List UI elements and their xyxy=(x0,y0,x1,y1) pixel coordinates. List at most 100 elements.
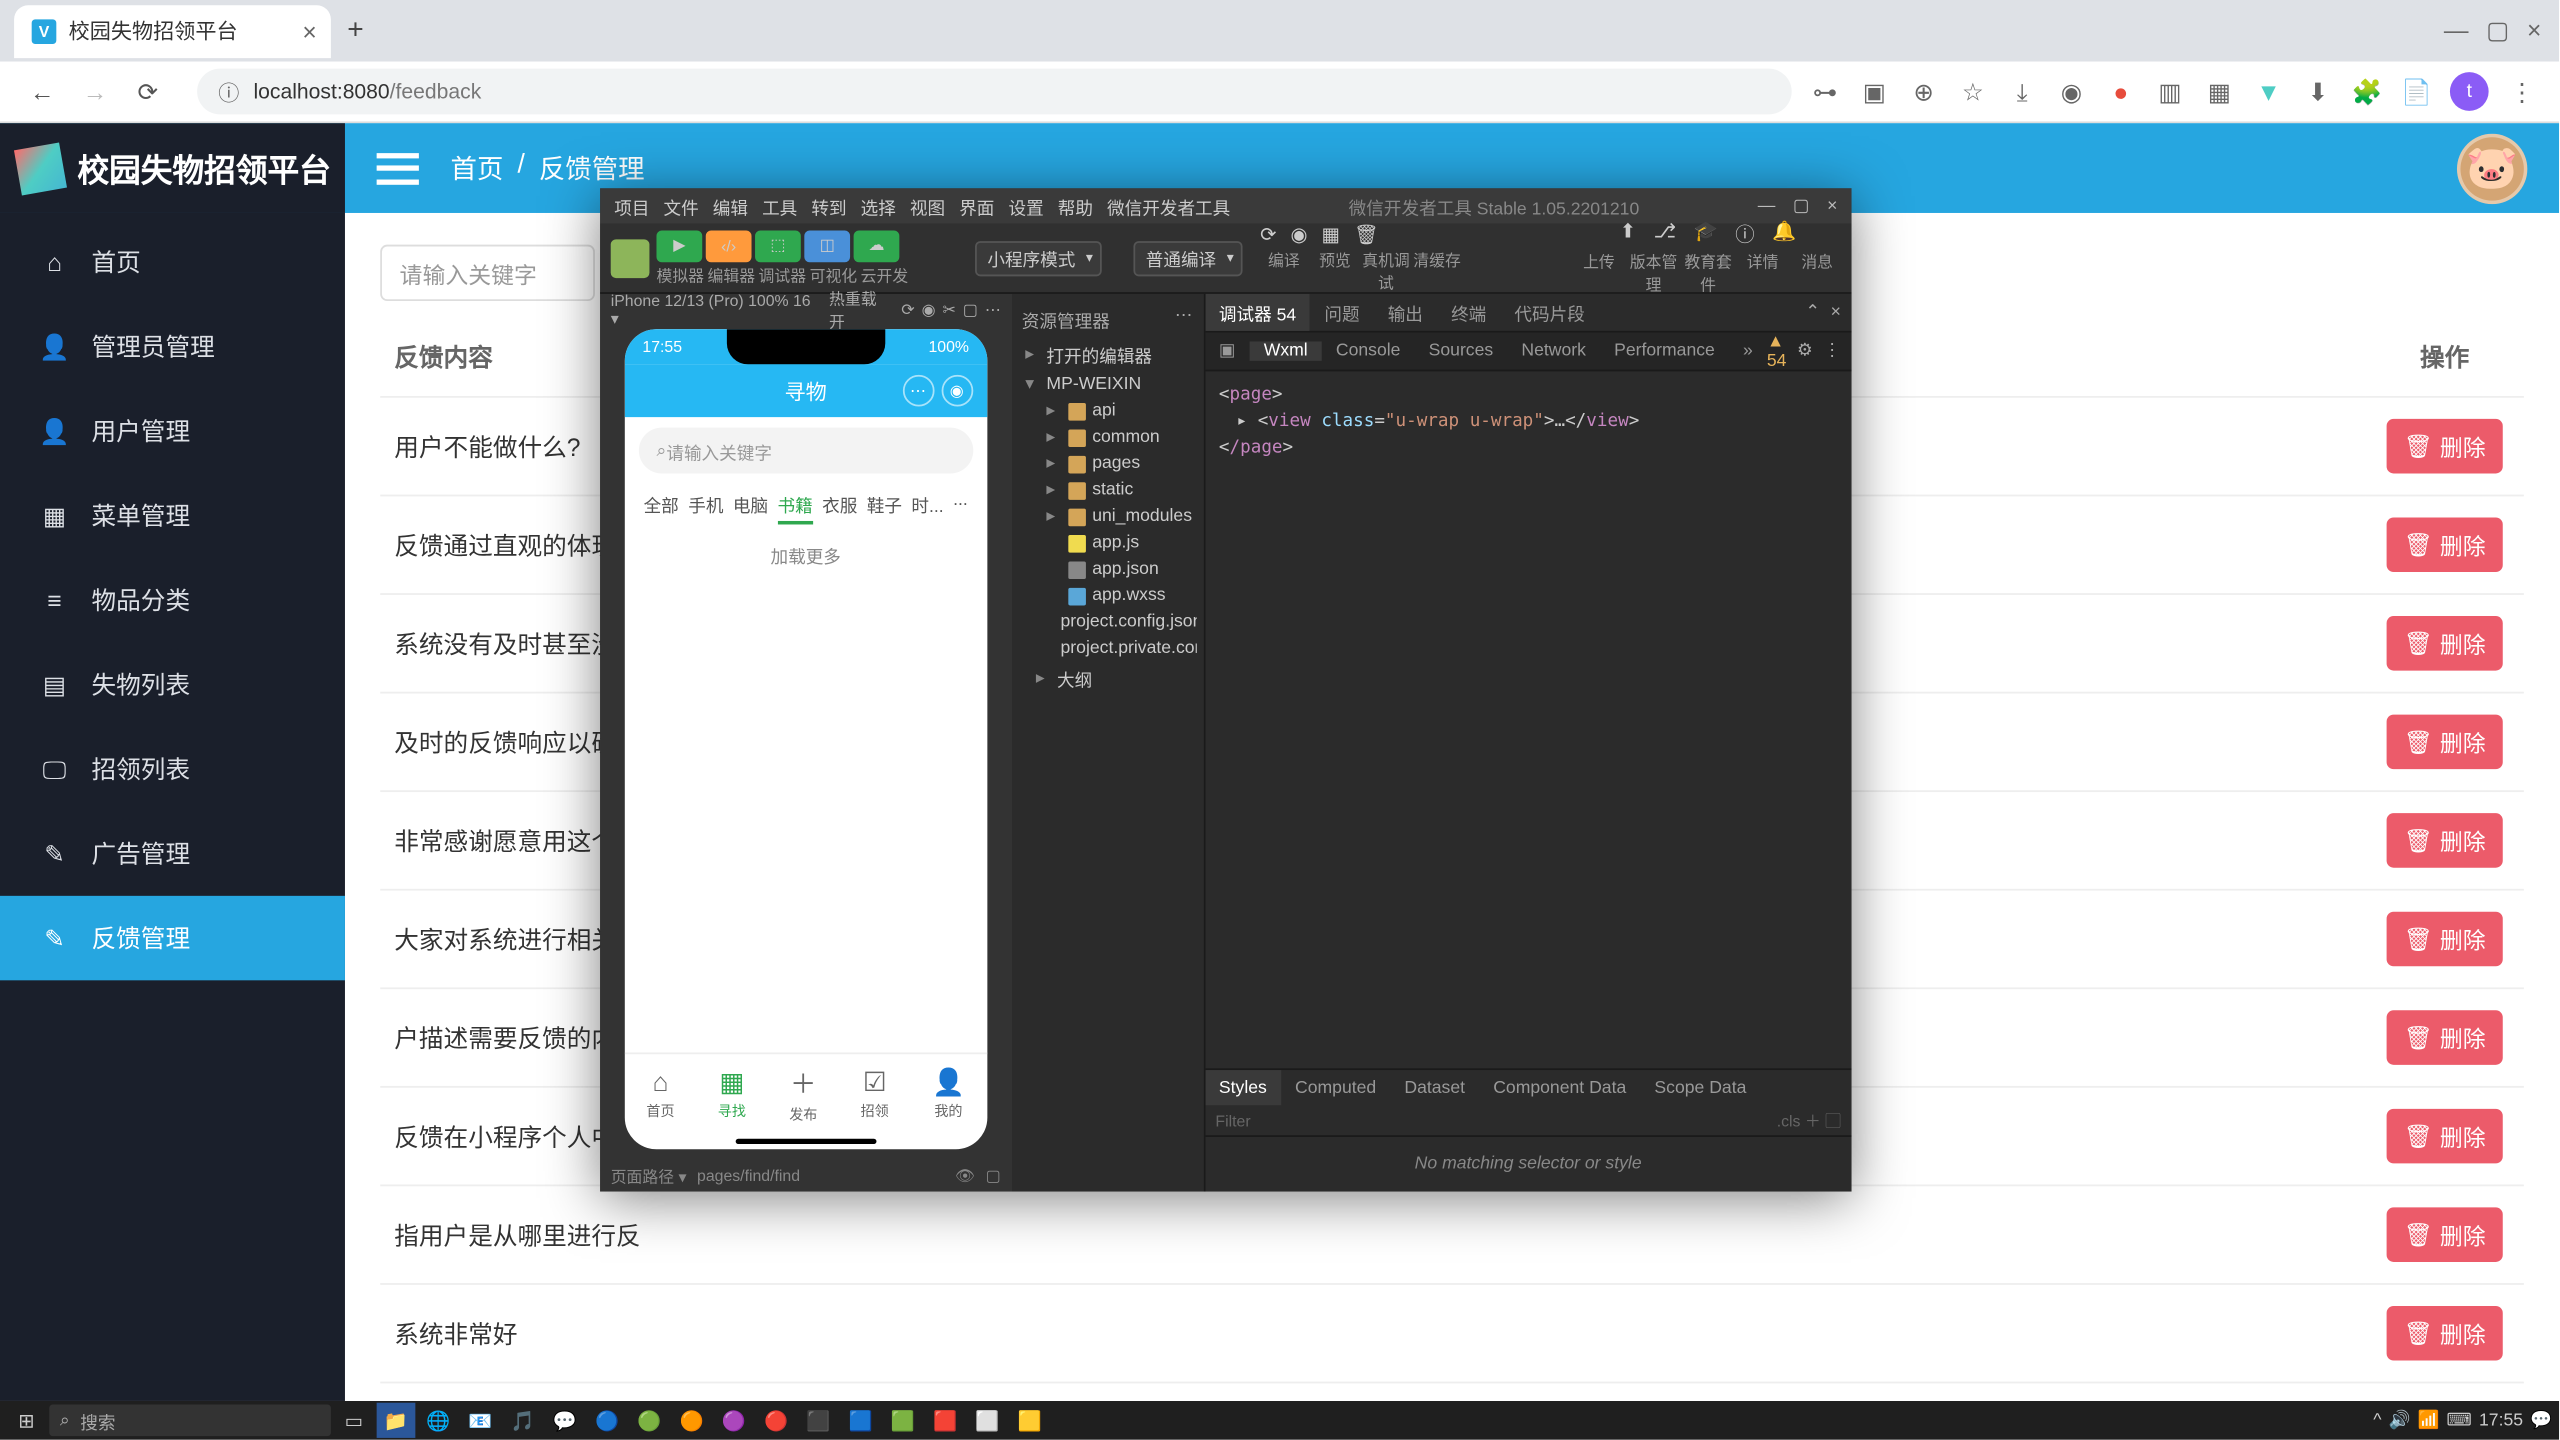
dt-remote-icon[interactable]: ▦ xyxy=(1321,223,1339,246)
inspector-tab[interactable]: Wxml xyxy=(1250,341,1322,360)
code-close-icon[interactable]: × xyxy=(1831,303,1841,322)
taskbar-app[interactable]: 🟠 xyxy=(672,1403,711,1438)
ext-icon[interactable]: ▦ xyxy=(2204,77,2236,107)
dt-preview-icon[interactable]: ◉ xyxy=(1290,223,1307,246)
dt-menu-item[interactable]: 文件 xyxy=(664,193,699,219)
dt-minimize-icon[interactable]: — xyxy=(1758,196,1776,215)
tray-icon[interactable]: 📶 xyxy=(2418,1411,2440,1430)
inspector-tab[interactable]: Performance xyxy=(1600,341,1729,360)
phone-category-tab[interactable]: 书籍 xyxy=(777,491,812,524)
dt-mode-select[interactable]: 小程序模式 xyxy=(975,240,1102,275)
dt-menu-item[interactable]: 微信开发者工具 xyxy=(1107,193,1230,219)
delete-button[interactable]: 🗑删除 xyxy=(2386,1010,2503,1065)
ext-icon[interactable]: ⬇ xyxy=(2302,77,2334,107)
sidebar-item[interactable]: ▦菜单管理 xyxy=(0,473,345,557)
taskbar-search[interactable]: ⌕搜索 xyxy=(49,1404,331,1436)
styles-tab[interactable]: Styles xyxy=(1205,1070,1281,1105)
delete-button[interactable]: 🗑删除 xyxy=(2386,1207,2503,1262)
sim-path-label[interactable]: 页面路径 ▾ xyxy=(611,1164,687,1187)
delete-button[interactable]: 🗑删除 xyxy=(2386,1109,2503,1164)
delete-button[interactable]: 🗑删除 xyxy=(2386,1306,2503,1361)
tree-item[interactable]: project.config.json xyxy=(1018,609,1196,635)
dt-menu-item[interactable]: 视图 xyxy=(910,193,945,219)
phone-nav-item[interactable]: ⌂首页 xyxy=(646,1067,674,1120)
dt-tool-debug[interactable]: ⬚ xyxy=(755,230,801,262)
phone-nav-item[interactable]: ＋发布 xyxy=(789,1064,817,1124)
taskbar-app[interactable]: 📧 xyxy=(461,1403,500,1438)
inspector-tab[interactable]: Sources xyxy=(1415,341,1508,360)
styles-tab[interactable]: Component Data xyxy=(1479,1070,1640,1105)
ext-icon[interactable]: 📄 xyxy=(2401,77,2433,107)
sim-icon[interactable]: ⟳ xyxy=(901,300,914,319)
phone-nav-item[interactable]: 👤我的 xyxy=(932,1067,965,1122)
styles-cls-toggle[interactable]: .cls ＋ ▢ xyxy=(1777,1109,1841,1132)
dt-menu-item[interactable]: 界面 xyxy=(959,193,994,219)
sim-hot-reload[interactable]: 热重载 开 xyxy=(829,287,894,333)
sidebar-item[interactable]: ⌂首页 xyxy=(0,220,345,304)
phone-nav-item[interactable]: ☑招领 xyxy=(861,1067,889,1122)
ext-icon[interactable]: ▼ xyxy=(2253,77,2285,105)
dt-menu-item[interactable]: 编辑 xyxy=(713,193,748,219)
tab-close-icon[interactable]: × xyxy=(302,17,316,45)
code-tab[interactable]: 问题 xyxy=(1310,299,1373,325)
capsule-close-icon[interactable]: ◉ xyxy=(941,375,973,407)
ext-icon[interactable]: ▥ xyxy=(2154,77,2186,107)
breadcrumb-home[interactable]: 首页 xyxy=(451,150,504,187)
wxml-tree[interactable]: <page>▸ <view class="u-wrap u-wrap">…</v… xyxy=(1205,371,1852,1068)
sim-foot-icon[interactable]: 👁 xyxy=(955,1166,975,1185)
phone-nav-item[interactable]: ▦寻找 xyxy=(718,1067,746,1122)
dt-tool-cloud[interactable]: ☁ xyxy=(854,230,900,262)
dt-menu-item[interactable]: 选择 xyxy=(861,193,896,219)
ext-icon[interactable]: ⊕ xyxy=(1908,77,1940,107)
tree-item[interactable]: ▸api xyxy=(1018,398,1196,424)
phone-category-tab[interactable]: 时... xyxy=(911,491,943,524)
styles-tab[interactable]: Computed xyxy=(1281,1070,1390,1105)
task-view-icon[interactable]: ▭ xyxy=(334,1403,373,1438)
sim-foot-icon[interactable]: ▢ xyxy=(986,1166,1001,1185)
inspector-select-icon[interactable]: ▣ xyxy=(1205,333,1250,370)
taskbar-app[interactable]: 🟩 xyxy=(884,1403,923,1438)
window-minimize-icon[interactable]: — xyxy=(2444,16,2469,46)
styles-tab[interactable]: Scope Data xyxy=(1640,1070,1760,1105)
inspector-menu-icon[interactable]: ⋮ xyxy=(1823,341,1841,360)
dt-upload-icon[interactable]: ⬆ xyxy=(1620,220,1636,248)
phone-category-tab[interactable]: 衣服 xyxy=(822,491,857,524)
window-maximize-icon[interactable]: ▢ xyxy=(2486,16,2509,46)
tree-item[interactable]: ▸static xyxy=(1018,477,1196,503)
tree-item[interactable]: ▸打开的编辑器 xyxy=(1018,338,1196,371)
new-tab-button[interactable]: + xyxy=(331,6,380,55)
sim-device-select[interactable]: iPhone 12/13 (Pro) 100% 16 ▾ xyxy=(611,291,815,328)
ext-icon[interactable]: ● xyxy=(2105,77,2137,105)
code-collapse-icon[interactable]: ⌃ xyxy=(1805,303,1820,322)
code-tab[interactable]: 代码片段 xyxy=(1500,299,1599,325)
tree-item[interactable]: ▸uni_modules xyxy=(1018,503,1196,529)
taskbar-app[interactable]: 🟥 xyxy=(926,1403,965,1438)
taskbar-app[interactable]: 🔴 xyxy=(757,1403,796,1438)
dt-menu-item[interactable]: 转到 xyxy=(811,193,846,219)
taskbar-app[interactable]: 🎵 xyxy=(503,1403,542,1438)
address-bar[interactable]: ⓘ localhost:8080/feedback xyxy=(197,69,1792,115)
taskbar-app[interactable]: 🟣 xyxy=(715,1403,754,1438)
sidebar-item[interactable]: ✎反馈管理 xyxy=(0,896,345,980)
tree-item[interactable]: app.js xyxy=(1018,530,1196,556)
start-button[interactable]: ⊞ xyxy=(7,1403,46,1438)
profile-avatar[interactable]: t xyxy=(2450,72,2489,111)
ext-icon[interactable]: ⤓ xyxy=(2006,77,2038,107)
warning-count[interactable]: ▲ 54 xyxy=(1767,332,1787,371)
dt-menu-item[interactable]: 设置 xyxy=(1008,193,1043,219)
logo[interactable]: 校园失物招领平台 xyxy=(0,123,345,213)
sim-icon[interactable]: ▢ xyxy=(963,300,978,319)
ext-icon[interactable]: ◉ xyxy=(2056,77,2088,107)
delete-button[interactable]: 🗑删除 xyxy=(2386,715,2503,770)
delete-button[interactable]: 🗑删除 xyxy=(2386,813,2503,868)
phone-category-tab[interactable]: 鞋子 xyxy=(867,491,902,524)
tree-item[interactable]: ▾MP-WEIXIN xyxy=(1018,371,1196,397)
sidebar-item[interactable]: 👤管理员管理 xyxy=(0,304,345,388)
tree-item[interactable]: project.private.config.js... xyxy=(1018,635,1196,661)
dt-tool-visual[interactable]: ◫ xyxy=(804,230,850,262)
styles-filter-input[interactable]: Filter xyxy=(1215,1111,1250,1129)
delete-button[interactable]: 🗑删除 xyxy=(2386,419,2503,474)
inspector-settings-icon[interactable]: ⚙ xyxy=(1797,341,1813,360)
taskbar-app[interactable]: 🟢 xyxy=(630,1403,669,1438)
dt-close-icon[interactable]: × xyxy=(1827,196,1837,215)
